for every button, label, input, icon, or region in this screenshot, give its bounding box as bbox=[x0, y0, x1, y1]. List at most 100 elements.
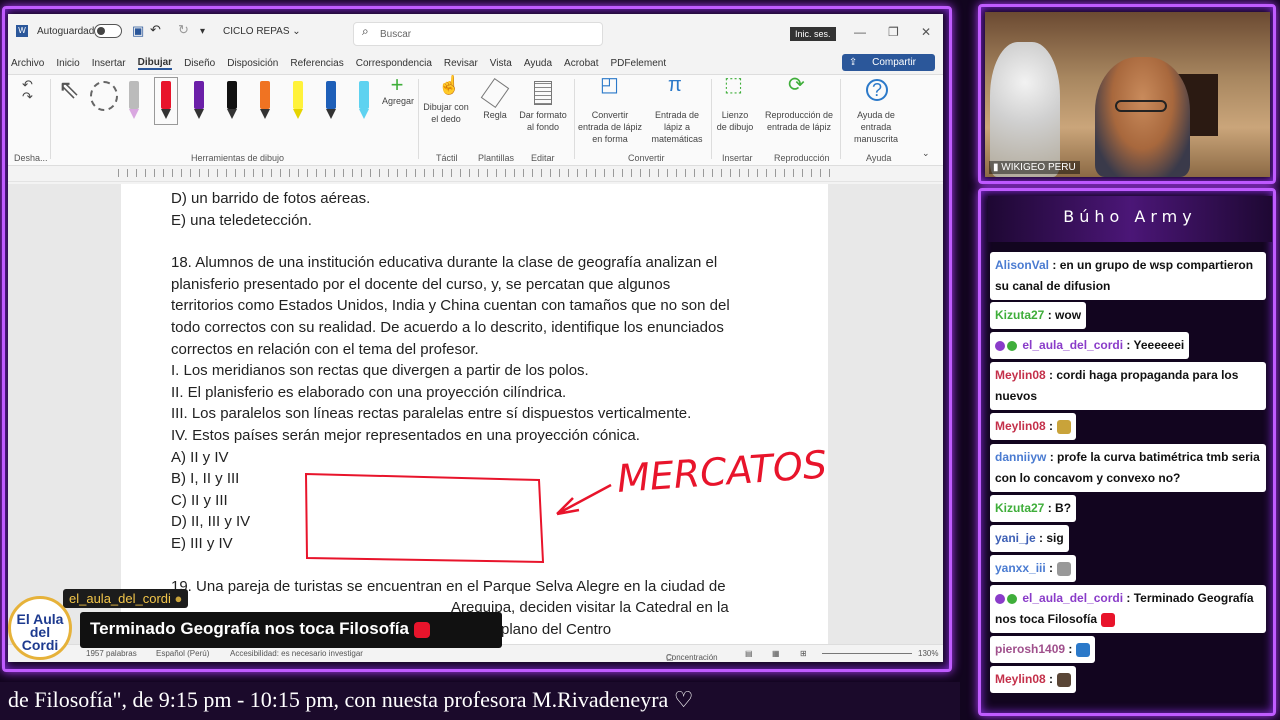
menu-acrobat[interactable]: Acrobat bbox=[564, 58, 598, 69]
signin-button[interactable]: Inic. ses. bbox=[790, 27, 836, 41]
menu-inicio[interactable]: Inicio bbox=[56, 58, 79, 69]
accessibility-status[interactable]: Accesibilidad: es necesario investigar bbox=[230, 649, 363, 658]
blue-pen[interactable] bbox=[323, 81, 339, 121]
chat-message: Meylin08 : bbox=[990, 413, 1077, 440]
menu-ayuda[interactable]: Ayuda bbox=[524, 58, 552, 69]
shape-icon: ◰ bbox=[600, 74, 619, 96]
ink-to-shape-button[interactable]: Convertir entrada de lápiz en forma bbox=[576, 109, 644, 145]
black-pen[interactable] bbox=[224, 81, 240, 121]
stream-layout: W Autoguardado ▣ ↶ ↻ ▾ CICLO REPAS ⌄ Bus… bbox=[0, 0, 1280, 720]
ink-replay-button[interactable]: Reproducción de entrada de lápiz bbox=[764, 109, 834, 133]
separator bbox=[50, 79, 51, 159]
undo-icon[interactable]: ↶ bbox=[150, 22, 161, 38]
group-reproduccion: Reproducción bbox=[774, 153, 830, 163]
chat-user: el_aula_del_cordi bbox=[1022, 591, 1124, 605]
chat-user: Meylin08 bbox=[995, 419, 1046, 433]
moderator-badge bbox=[995, 340, 1005, 351]
chat-user: danniiyw bbox=[995, 450, 1047, 464]
channel-logo: El Aula del Cordi bbox=[8, 596, 72, 660]
restore-icon[interactable]: ❐ bbox=[888, 25, 899, 39]
purple-pen[interactable] bbox=[191, 81, 207, 121]
menu-dibujar[interactable]: Dibujar bbox=[137, 57, 173, 70]
read-mode-icon[interactable]: ▤ bbox=[745, 649, 753, 658]
chat-text: : bbox=[1049, 561, 1054, 575]
menu-pdfelement[interactable]: PDFelement bbox=[611, 58, 667, 69]
format-background-button[interactable]: Dar formato al fondo bbox=[518, 109, 568, 133]
chat-user: yanxx_iii bbox=[995, 561, 1046, 575]
face-emoji-icon bbox=[1057, 672, 1072, 687]
yellow-highlighter[interactable] bbox=[290, 81, 306, 121]
minimize-icon[interactable]: — bbox=[854, 25, 866, 39]
replay-icon: ⟳ bbox=[788, 74, 805, 96]
bottom-ticker: de Filosofía", de 9:15 pm - 10:15 pm, co… bbox=[0, 682, 960, 720]
share-button[interactable]: ⇪ Compartir bbox=[841, 54, 935, 71]
undo-ribbon-icon[interactable]: ↶ ↷ bbox=[22, 78, 33, 103]
menu-insertar[interactable]: Insertar bbox=[92, 58, 126, 69]
draw-with-finger-button[interactable]: Dibujar con el dedo bbox=[422, 101, 470, 125]
separator bbox=[711, 79, 712, 159]
redo-icon[interactable]: ↻ bbox=[178, 22, 189, 38]
emoji-icon bbox=[1057, 419, 1072, 434]
document-page[interactable]: D) un barrido de fotos aéreas. E) una te… bbox=[121, 184, 828, 646]
lasso-icon[interactable] bbox=[90, 81, 118, 111]
webcam-feed: ▮ WIKIGEO PERU bbox=[985, 12, 1270, 177]
menu-vista[interactable]: Vista bbox=[490, 58, 512, 69]
zoom-slider[interactable] bbox=[822, 653, 912, 654]
save-icon[interactable]: ▣ bbox=[132, 23, 144, 39]
web-layout-icon[interactable]: ⊞ bbox=[800, 649, 807, 658]
menu-revisar[interactable]: Revisar bbox=[444, 58, 478, 69]
print-layout-icon[interactable]: ▦ bbox=[772, 649, 780, 658]
chat-message: Meylin08 : cordi haga propaganda para lo… bbox=[990, 362, 1266, 410]
close-icon[interactable]: ✕ bbox=[921, 25, 931, 39]
canvas-icon: ⬚ bbox=[724, 74, 743, 96]
drawing-canvas-button[interactable]: Lienzo de dibujo bbox=[716, 109, 754, 133]
language-status[interactable]: Español (Perú) bbox=[156, 649, 209, 658]
chat-message: Meylin08 : bbox=[990, 666, 1077, 693]
ruler-button[interactable]: Regla bbox=[480, 109, 510, 121]
eraser-pen[interactable] bbox=[126, 81, 142, 121]
ink-annotation[interactable]: MERCATOS bbox=[121, 184, 828, 646]
chat-text: : B? bbox=[1047, 501, 1072, 515]
word-count[interactable]: 1957 palabras bbox=[86, 649, 137, 658]
search-icon: ⌕ bbox=[362, 24, 369, 38]
autosave-label: Autoguardado bbox=[37, 26, 100, 37]
search-input[interactable]: Buscar bbox=[353, 22, 603, 46]
collapse-ribbon-icon[interactable]: ⌄ bbox=[922, 147, 930, 159]
horizontal-ruler[interactable] bbox=[8, 166, 943, 182]
ink-help-button[interactable]: Ayuda de entrada manuscrita bbox=[842, 109, 910, 145]
ruler-ticks bbox=[118, 169, 838, 177]
alert-message: Terminado Geografía nos toca Filosofía bbox=[80, 612, 502, 648]
menu-referencias[interactable]: Referencias bbox=[290, 58, 343, 69]
word-icon: W bbox=[16, 25, 28, 37]
chat-message: danniiyw : profe la curva batimétrica tm… bbox=[990, 444, 1266, 492]
group-convertir: Convertir bbox=[628, 153, 665, 163]
ink-to-math-button[interactable]: Entrada de lápiz a matemáticas bbox=[646, 109, 708, 145]
chat-user: yani_je bbox=[995, 531, 1036, 545]
menu-diseno[interactable]: Diseño bbox=[184, 58, 215, 69]
cyan-highlighter[interactable] bbox=[356, 81, 372, 121]
document-area[interactable]: D) un barrido de fotos aéreas. E) una te… bbox=[8, 184, 943, 646]
finger-icon: ☝ bbox=[438, 75, 461, 95]
menu-disposicion[interactable]: Disposición bbox=[227, 58, 278, 69]
autosave-toggle[interactable] bbox=[94, 24, 122, 38]
customize-icon[interactable]: ▾ bbox=[200, 26, 205, 37]
select-cursor-icon[interactable]: ⇖ bbox=[58, 76, 80, 102]
siren-icon bbox=[413, 621, 430, 638]
group-plantillas: Plantillas bbox=[478, 153, 515, 163]
orange-pen[interactable] bbox=[257, 81, 273, 121]
ruler-icon bbox=[480, 78, 510, 108]
alert-username: el_aula_del_cordi ● bbox=[63, 589, 189, 608]
christmas-tree bbox=[990, 42, 1060, 177]
document-name[interactable]: CICLO REPAS ⌄ bbox=[223, 26, 301, 37]
verified-badge bbox=[1007, 340, 1017, 351]
menu-archivo[interactable]: Archivo bbox=[11, 58, 44, 69]
group-ayuda: Ayuda bbox=[866, 153, 892, 163]
title-bar: W Autoguardado ▣ ↶ ↻ ▾ CICLO REPAS ⌄ Bus… bbox=[8, 14, 943, 52]
separator bbox=[574, 79, 575, 159]
chat-user: Kizuta27 bbox=[995, 501, 1045, 515]
menu-correspondencia[interactable]: Correspondencia bbox=[356, 58, 432, 69]
chat-user: pierosh1409 bbox=[995, 642, 1066, 656]
zoom-level[interactable]: 130% bbox=[918, 649, 938, 658]
red-pen[interactable] bbox=[154, 77, 178, 125]
add-pen-button[interactable]: + Agregar bbox=[382, 74, 414, 107]
